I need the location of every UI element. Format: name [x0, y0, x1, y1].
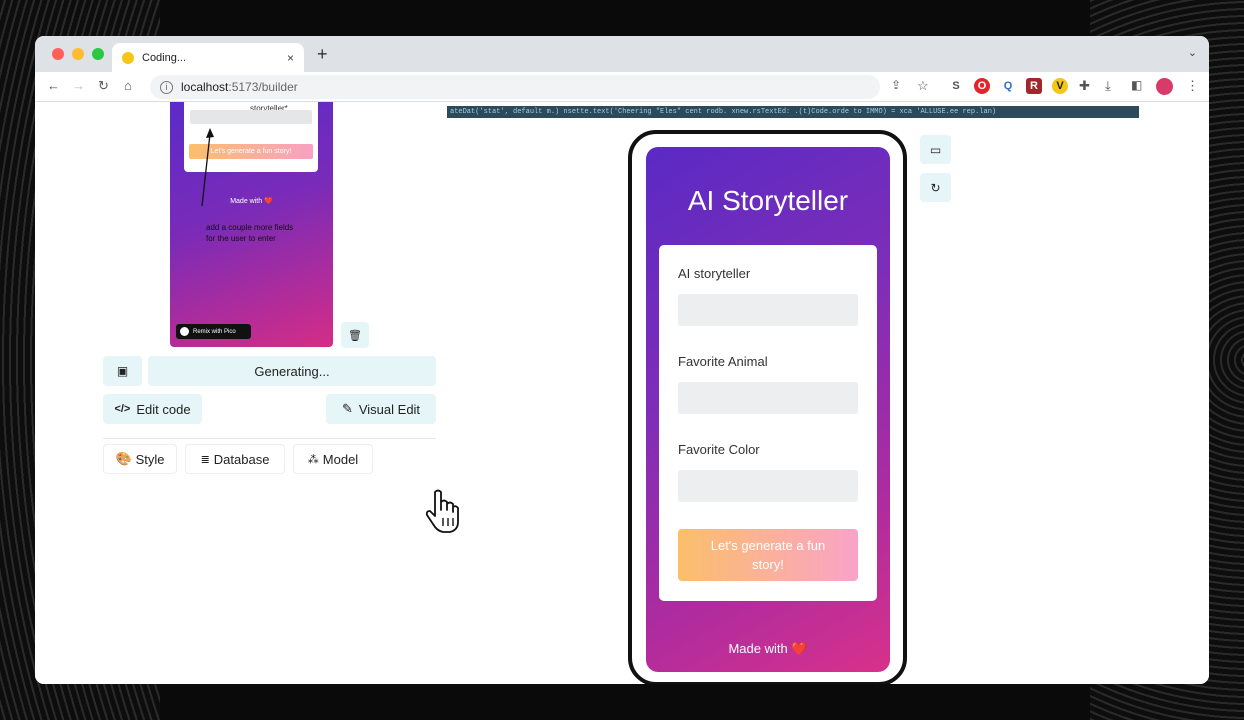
remix-label: Remix with Pico	[193, 328, 236, 335]
preview-made-with: Made with ❤️	[230, 198, 273, 205]
tab-favicon-icon	[122, 51, 134, 64]
forward-arrow-icon[interactable]: →	[72, 78, 85, 93]
app-screen: AI Storyteller AI storyteller Favorite A…	[646, 147, 890, 672]
code-generation-stream: ateDat('stat', default m.) nsette.text('…	[447, 106, 1139, 118]
extension-r-icon[interactable]: R	[1026, 78, 1042, 94]
database-tab[interactable]: ≣ Database	[185, 444, 285, 474]
made-with-footer: Made with ❤️	[728, 641, 808, 656]
preview-annotation-text: add a couple more fields for the user to…	[206, 223, 294, 243]
tab-close-icon[interactable]: ×	[287, 51, 294, 65]
model-shapes-icon: ⁂	[307, 453, 319, 466]
tab-search-chevron-icon[interactable]: ⌄	[1188, 46, 1197, 59]
model-tab[interactable]: ⁂ Model	[293, 444, 373, 474]
monitor-icon: ▭	[929, 142, 942, 157]
palette-icon: 🎨	[115, 451, 132, 466]
field-label-storyteller: AI storyteller	[678, 266, 751, 281]
desktop-view-button[interactable]: ▭	[920, 135, 951, 164]
site-info-icon[interactable]: i	[160, 80, 173, 94]
back-arrow-icon[interactable]: ←	[47, 78, 60, 93]
extensions-puzzle-icon[interactable]: ✚	[1079, 78, 1090, 94]
close-window-button[interactable]	[52, 48, 64, 60]
pico-logo-icon	[180, 327, 189, 336]
page-content: storyteller* Let's generate a fun story!…	[35, 102, 1209, 684]
model-label: Model	[322, 451, 359, 467]
generate-story-button[interactable]: Let's generate a fun story!	[678, 529, 858, 581]
tab-bar: Coding... × + ⌄	[35, 36, 1209, 72]
app-title: AI Storyteller	[687, 185, 849, 216]
url-path: :5173/builder	[228, 80, 298, 94]
brush-icon: ✎	[341, 401, 353, 416]
delete-button[interactable]: 🗑	[341, 322, 369, 348]
generating-label: Generating...	[254, 363, 330, 379]
visual-edit-button[interactable]: ✎ Visual Edit	[326, 394, 436, 424]
tab-title: Coding...	[142, 51, 187, 64]
hand-pointer-cursor-icon	[425, 489, 459, 533]
download-icon[interactable]: ⤓	[1105, 78, 1111, 94]
extension-s-icon[interactable]: S	[948, 78, 964, 94]
extension-opera-icon[interactable]: O	[974, 78, 990, 94]
url-field[interactable]: i localhost:5173/builder	[150, 75, 880, 99]
extension-q-icon[interactable]: Q	[1000, 78, 1016, 94]
sidebar-toggle-icon[interactable]: ◧	[1131, 78, 1142, 92]
extension-v-icon[interactable]: V	[1052, 78, 1068, 94]
remix-with-pico-button[interactable]: Remix with Pico	[176, 324, 251, 339]
favorite-color-input[interactable]	[678, 470, 858, 502]
image-upload-button[interactable]: ▣	[103, 356, 142, 386]
phone-preview-frame: AI Storyteller AI storyteller Favorite A…	[628, 130, 907, 684]
favorite-animal-input[interactable]	[678, 382, 858, 414]
storyteller-input[interactable]	[678, 294, 858, 326]
visual-edit-label: Visual Edit	[358, 401, 421, 417]
database-label: Database	[213, 451, 270, 467]
generating-status-button[interactable]: Generating...	[148, 356, 436, 386]
window-controls	[52, 48, 104, 60]
database-icon: ≣	[200, 453, 210, 466]
browser-tab[interactable]: Coding... ×	[112, 43, 304, 72]
field-label-favorite-animal: Favorite Animal	[678, 354, 768, 369]
edit-code-label: Edit code	[136, 401, 191, 417]
browser-menu-icon[interactable]: ⋮	[1186, 78, 1199, 94]
new-tab-button[interactable]: +	[317, 44, 328, 65]
story-form-card: AI storyteller Favorite Animal Favorite …	[659, 245, 877, 601]
style-label: Style	[135, 451, 165, 467]
maximize-window-button[interactable]	[92, 48, 104, 60]
edit-code-button[interactable]: </> Edit code	[103, 394, 202, 424]
refresh-preview-button[interactable]: ↻	[920, 173, 951, 202]
code-icon: </>	[114, 403, 131, 415]
minimize-window-button[interactable]	[72, 48, 84, 60]
refresh-icon: ↻	[930, 180, 941, 195]
bookmark-star-icon[interactable]: ☆	[917, 78, 929, 94]
reload-icon[interactable]: ↻	[98, 78, 109, 94]
address-bar-row: ← → ↻ ⌂ i localhost:5173/builder ⇪ ☆ S O…	[35, 72, 1209, 102]
style-tab[interactable]: 🎨 Style	[103, 444, 177, 474]
trash-icon: 🗑	[348, 329, 362, 342]
app-preview-thumbnail: storyteller* Let's generate a fun story!…	[170, 102, 333, 347]
url-host: localhost	[181, 80, 229, 94]
image-add-icon: ▣	[116, 364, 129, 378]
divider	[103, 438, 436, 439]
share-icon[interactable]: ⇪	[891, 78, 901, 92]
profile-avatar[interactable]	[1156, 78, 1173, 95]
browser-window: Coding... × + ⌄ ← → ↻ ⌂ i localhost:5173…	[35, 36, 1209, 684]
field-label-favorite-color: Favorite Color	[678, 442, 760, 457]
home-icon[interactable]: ⌂	[124, 78, 132, 93]
